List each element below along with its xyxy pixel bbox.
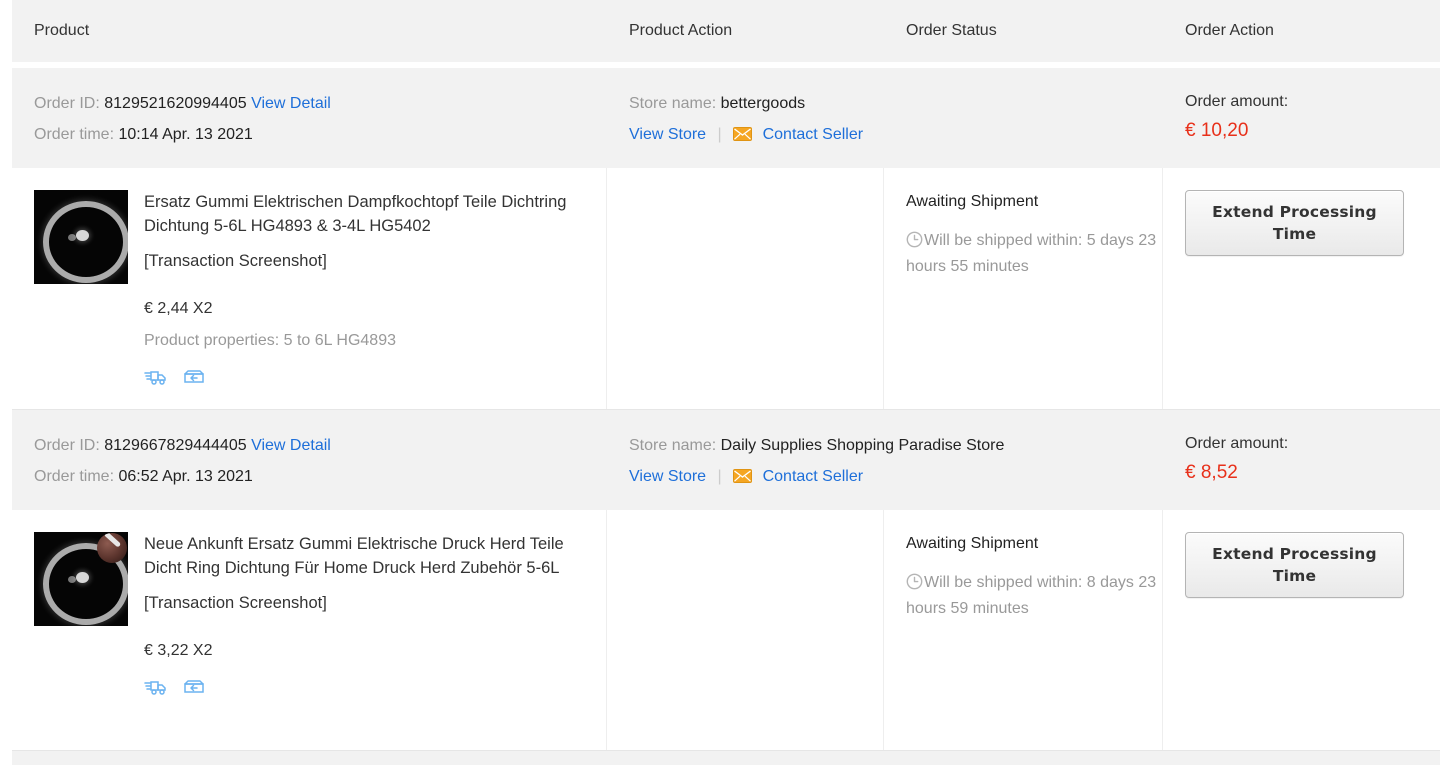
- order-time-value: 06:52 Apr. 13 2021: [118, 468, 253, 485]
- transaction-screenshot-tag: [Transaction Screenshot]: [144, 594, 327, 612]
- extend-processing-time-button[interactable]: Extend Processing Time: [1185, 190, 1404, 256]
- order-time-line: Order time: 06:52 Apr. 13 2021: [34, 461, 607, 492]
- order-time-label: Order time:: [34, 126, 115, 143]
- product-core-highlight: [76, 230, 89, 241]
- order-detail-row: Ersatz Gummi Elektrischen Dampfkochtopf …: [12, 168, 1440, 410]
- product-cell: Neue Ankunft Ersatz Gummi Elektrische Dr…: [12, 510, 607, 750]
- transaction-screenshot-tag: [Transaction Screenshot]: [144, 252, 327, 270]
- view-detail-link[interactable]: View Detail: [251, 437, 331, 454]
- order-identity: Order ID: 8129521620994405 View Detail O…: [12, 88, 607, 150]
- store-name-line: Store name: bettergoods: [629, 88, 1163, 119]
- product-service-icons: [144, 367, 606, 387]
- order-action-cell: Extend Processing Time: [1163, 510, 1428, 750]
- product-ring-shape: [43, 201, 128, 283]
- column-header-order-status: Order Status: [906, 22, 997, 39]
- product-action-cell: [607, 510, 884, 750]
- orders-table-header: Product Product Action Order Status Orde…: [12, 0, 1440, 62]
- return-box-icon[interactable]: [182, 367, 206, 387]
- orders-page: Product Product Action Order Status Orde…: [0, 0, 1440, 766]
- order-id-line: Order ID: 8129667829444405 View Detail: [34, 430, 607, 461]
- order-action-cell: Extend Processing Time: [1163, 168, 1428, 409]
- product-core-shadow: [68, 576, 76, 583]
- order-status-title: Awaiting Shipment: [906, 193, 1039, 210]
- order-id-label: Order ID:: [34, 437, 100, 454]
- envelope-icon: [733, 121, 753, 141]
- product-core-shadow: [68, 234, 76, 241]
- product-thumbnail[interactable]: [34, 190, 128, 284]
- product-cell: Ersatz Gummi Elektrischen Dampfkochtopf …: [12, 168, 607, 409]
- order-amount-label: Order amount:: [1185, 93, 1289, 110]
- order-status-note-text: Will be shipped within: 5 days 23 hours …: [906, 232, 1157, 275]
- view-store-link[interactable]: View Store: [629, 126, 706, 143]
- order-amount-value: € 10,20: [1185, 120, 1249, 141]
- order-id-line: Order ID: 8129521620994405 View Detail: [34, 88, 607, 119]
- order-amount-group: Order amount: € 8,52: [1163, 430, 1428, 492]
- order-status-cell: Awaiting Shipment Will be shipped within…: [884, 510, 1163, 750]
- action-separator: |: [717, 468, 722, 485]
- product-properties: Product properties: 5 to 6L HG4893: [144, 332, 396, 349]
- order-status-note: Will be shipped within: 8 days 23 hours …: [906, 570, 1162, 622]
- product-price: € 2,44 X2: [144, 300, 213, 317]
- order-status-cell: Awaiting Shipment Will be shipped within…: [884, 168, 1163, 409]
- view-store-link[interactable]: View Store: [629, 468, 706, 485]
- order-amount-group: Order amount: € 10,20: [1163, 88, 1428, 150]
- order-summary-header: Order ID: 8129521620994405 View Detail O…: [12, 68, 1440, 168]
- order-status-note-text: Will be shipped within: 8 days 23 hours …: [906, 574, 1157, 617]
- product-info: Neue Ankunft Ersatz Gummi Elektrische Dr…: [128, 532, 606, 728]
- store-actions-line: View Store | Contact Seller: [629, 119, 1163, 150]
- product-service-icons: [144, 677, 606, 697]
- order-block: Order ID: 8129521620994405 View Detail O…: [12, 68, 1440, 410]
- product-title[interactable]: Ersatz Gummi Elektrischen Dampfkochtopf …: [144, 190, 599, 238]
- order-block: Order ID: 8129667829444405 View Detail O…: [12, 410, 1440, 751]
- order-id-value: 8129667829444405: [104, 437, 247, 454]
- contact-seller-link[interactable]: Contact Seller: [763, 126, 864, 143]
- store-name-value: Daily Supplies Shopping Paradise Store: [720, 437, 1005, 454]
- store-info: Store name: Daily Supplies Shopping Para…: [607, 430, 1163, 492]
- column-header-product: Product: [34, 22, 90, 39]
- action-separator: |: [717, 126, 722, 143]
- order-id-label: Order ID:: [34, 95, 100, 112]
- shipping-truck-icon[interactable]: [144, 677, 168, 697]
- column-header-product-action: Product Action: [629, 22, 733, 39]
- clock-icon: [906, 231, 923, 248]
- store-info: Store name: bettergoods View Store | Con…: [607, 88, 1163, 150]
- product-info: Ersatz Gummi Elektrischen Dampfkochtopf …: [128, 190, 606, 387]
- order-id-value: 8129521620994405: [104, 95, 247, 112]
- order-time-value: 10:14 Apr. 13 2021: [118, 126, 253, 143]
- store-actions-line: View Store | Contact Seller: [629, 461, 1163, 492]
- product-action-cell: [607, 168, 884, 409]
- shipping-truck-icon[interactable]: [144, 367, 168, 387]
- clock-icon: [906, 573, 923, 590]
- order-time-line: Order time: 10:14 Apr. 13 2021: [34, 119, 607, 150]
- envelope-icon: [733, 463, 753, 483]
- order-amount-label: Order amount:: [1185, 435, 1289, 452]
- order-status-title: Awaiting Shipment: [906, 535, 1039, 552]
- product-title[interactable]: Neue Ankunft Ersatz Gummi Elektrische Dr…: [144, 532, 599, 580]
- column-header-order-action: Order Action: [1185, 22, 1274, 39]
- return-box-icon[interactable]: [182, 677, 206, 697]
- view-detail-link[interactable]: View Detail: [251, 95, 331, 112]
- extend-processing-time-button[interactable]: Extend Processing Time: [1185, 532, 1404, 598]
- contact-seller-link[interactable]: Contact Seller: [763, 468, 864, 485]
- store-name-label: Store name:: [629, 95, 717, 112]
- product-price: € 3,22 X2: [144, 642, 213, 659]
- store-name-line: Store name: Daily Supplies Shopping Para…: [629, 430, 1163, 461]
- order-amount-value: € 8,52: [1185, 462, 1238, 483]
- next-order-header-partial: [12, 751, 1440, 765]
- order-time-label: Order time:: [34, 468, 115, 485]
- order-detail-row: Neue Ankunft Ersatz Gummi Elektrische Dr…: [12, 510, 1440, 751]
- store-name-label: Store name:: [629, 437, 717, 454]
- store-name-value: bettergoods: [720, 95, 806, 112]
- order-status-note: Will be shipped within: 5 days 23 hours …: [906, 228, 1162, 280]
- order-identity: Order ID: 8129667829444405 View Detail O…: [12, 430, 607, 492]
- order-summary-header: Order ID: 8129667829444405 View Detail O…: [12, 410, 1440, 510]
- product-thumbnail[interactable]: [34, 532, 128, 626]
- product-inset-badge: [97, 533, 127, 563]
- product-core-highlight: [76, 572, 89, 583]
